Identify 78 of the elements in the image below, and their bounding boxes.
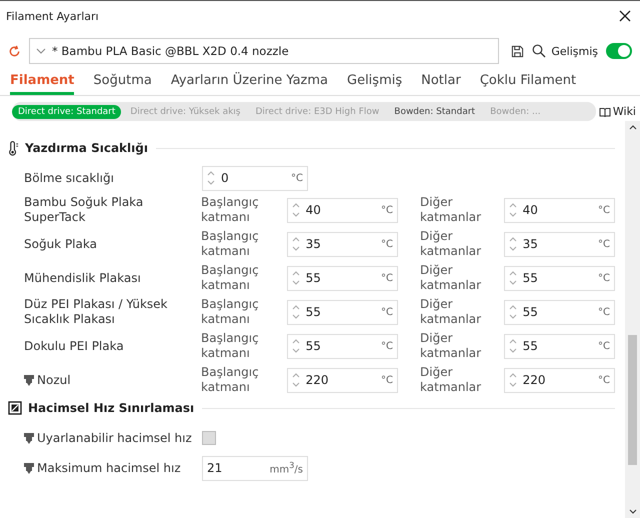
tab[interactable]: Ayarların Üzerine Yazma (170, 73, 328, 95)
spinner-arrows-icon[interactable] (508, 372, 517, 388)
thermometer-icon (8, 140, 19, 156)
preset-dropdown[interactable]: * Bambu PLA Basic @BBL X2D 0.4 nozzle (29, 38, 500, 64)
field-label: Başlangıç katmanı (201, 331, 260, 361)
field-label: Başlangıç katmanı (201, 297, 260, 327)
wiki-link[interactable]: Wiki (598, 105, 636, 118)
spinner-arrows-icon[interactable] (508, 236, 517, 252)
nozzle-icon (24, 462, 34, 474)
spinner-arrows-icon[interactable] (508, 338, 517, 354)
setting-label: Mühendislik Plakası (24, 270, 141, 286)
field-label: Başlangıç katmanı (201, 263, 260, 293)
scroll-up-icon[interactable] (628, 125, 636, 130)
spinner-arrows-icon[interactable] (292, 338, 300, 354)
number-field[interactable]: 55 °C (504, 300, 616, 324)
spinner-arrows-icon[interactable] (292, 202, 300, 218)
number-field[interactable]: 21 mm$^{3}$/s (202, 456, 308, 480)
setting-label: Düz PEI Plakası / Yüksek Sıcaklık Plakası (24, 297, 168, 327)
tab[interactable]: Filament (10, 73, 74, 95)
number-field[interactable]: 55 °C (286, 266, 398, 290)
field-label: Diğer katmanlar (420, 263, 482, 293)
tab[interactable]: Gelişmiş (347, 73, 402, 95)
spinner-arrows-icon[interactable] (292, 236, 300, 252)
setting-label: Bölme sıcaklığı (24, 170, 114, 186)
number-field[interactable]: 55 °C (286, 300, 398, 324)
nozzle-icon (24, 374, 34, 386)
number-field[interactable]: 35 °C (286, 232, 398, 256)
number-field[interactable]: 55 °C (504, 266, 616, 290)
number-field[interactable]: 35 °C (504, 232, 616, 256)
scroll-down-icon[interactable] (628, 509, 636, 514)
field-label: Başlangıç katmanı (201, 365, 260, 395)
number-field[interactable]: 55 °C (286, 334, 398, 358)
tab[interactable]: Çoklu Filament (480, 73, 576, 95)
chevron-down-icon (36, 48, 46, 54)
setting-label: Nozul (37, 372, 71, 388)
tab[interactable]: Soğutma (93, 73, 152, 95)
spinner-arrows-icon[interactable] (508, 202, 517, 218)
spinner-arrows-icon[interactable] (508, 270, 517, 286)
book-icon (598, 106, 611, 116)
number-field[interactable]: 40 °C (504, 198, 616, 222)
speed-limit-icon (8, 401, 22, 415)
advanced-toggle[interactable] (606, 43, 632, 59)
field-label: Başlangıç katmanı (201, 195, 260, 225)
setting-label: Soğuk Plaka (24, 236, 97, 252)
spinner-arrows-icon[interactable] (292, 270, 300, 286)
number-field[interactable]: 220 °C (286, 368, 398, 392)
section-title: Hacimsel Hız Sınırlaması (28, 401, 194, 415)
number-field[interactable]: 55 °C (504, 334, 616, 358)
reset-icon[interactable] (8, 44, 21, 58)
field-label: Diğer katmanlar (420, 195, 482, 225)
number-field[interactable]: 40 °C (286, 198, 398, 222)
close-icon[interactable] (619, 10, 631, 22)
spinner-arrows-icon[interactable] (292, 304, 300, 320)
spinner-arrows-icon[interactable] (508, 304, 517, 320)
spinner-arrows-icon[interactable] (207, 170, 215, 186)
tab[interactable]: Notlar (421, 73, 461, 95)
field-label: Başlangıç katmanı (201, 229, 260, 259)
scrollbar[interactable] (625, 121, 640, 518)
advanced-label: Gelişmiş (551, 44, 598, 58)
field-label: Diğer katmanlar (420, 229, 482, 259)
save-icon[interactable] (511, 44, 524, 58)
checkbox[interactable] (202, 431, 216, 445)
number-field[interactable]: 220 °C (504, 368, 616, 392)
setting-label: Uyarlanabilir hacimsel hız (37, 430, 192, 446)
search-icon[interactable] (532, 44, 546, 58)
setting-label: Dokulu PEI Plaka (24, 338, 124, 354)
section-title: Yazdırma Sıcaklığı (25, 141, 148, 155)
field-label: Diğer katmanlar (420, 331, 482, 361)
window-title: Filament Ayarları (6, 10, 99, 22)
nozzle-icon (24, 432, 34, 444)
setting-label: Maksimum hacimsel hız (37, 460, 181, 476)
scrollbar-thumb[interactable] (628, 334, 637, 464)
variant-tab[interactable]: Bowden: Standart (388, 104, 482, 118)
field-label: Diğer katmanlar (420, 365, 482, 395)
setting-label: Bambu Soğuk Plaka SuperTack (24, 195, 144, 225)
number-field[interactable]: 0 °C (202, 166, 308, 190)
spinner-arrows-icon[interactable] (292, 372, 300, 388)
field-label: Diğer katmanlar (420, 297, 482, 327)
